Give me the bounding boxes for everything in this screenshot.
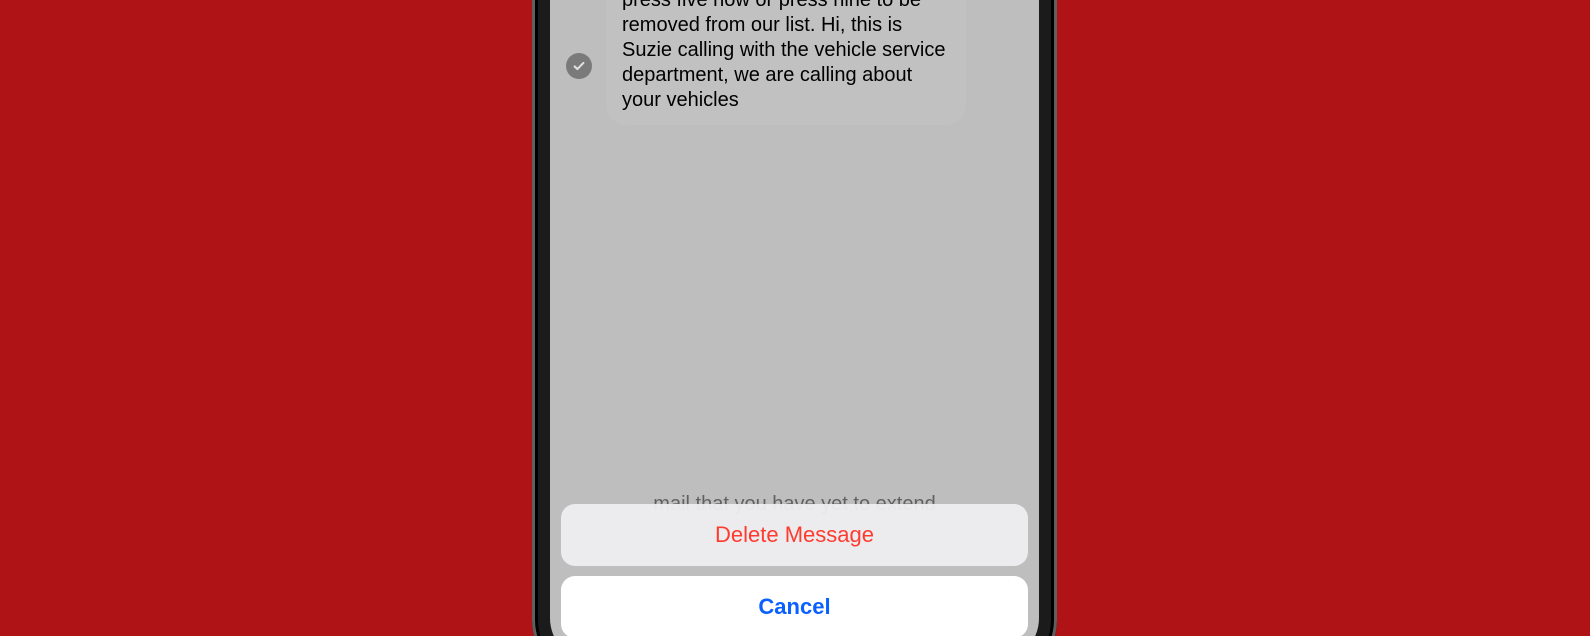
checkmark-icon bbox=[572, 59, 586, 73]
selection-checkmark-icon[interactable] bbox=[566, 53, 592, 79]
action-sheet-options: Delete Message bbox=[561, 504, 1028, 566]
cancel-button[interactable]: Cancel bbox=[561, 576, 1028, 636]
phone-frame: with the vehicle service department. We … bbox=[532, 0, 1057, 636]
message-row[interactable]: with the vehicle service department. We … bbox=[566, 0, 1023, 125]
delete-message-label: Delete Message bbox=[715, 522, 874, 548]
message-text: with the vehicle service department. We … bbox=[622, 0, 946, 111]
message-bubble[interactable]: with the vehicle service department. We … bbox=[606, 0, 966, 125]
action-sheet: Delete Message Cancel bbox=[561, 504, 1028, 636]
action-sheet-cancel-group: Cancel bbox=[561, 576, 1028, 636]
cancel-label: Cancel bbox=[758, 594, 830, 620]
phone-screen: with the vehicle service department. We … bbox=[550, 0, 1039, 636]
delete-message-button[interactable]: Delete Message bbox=[561, 504, 1028, 566]
